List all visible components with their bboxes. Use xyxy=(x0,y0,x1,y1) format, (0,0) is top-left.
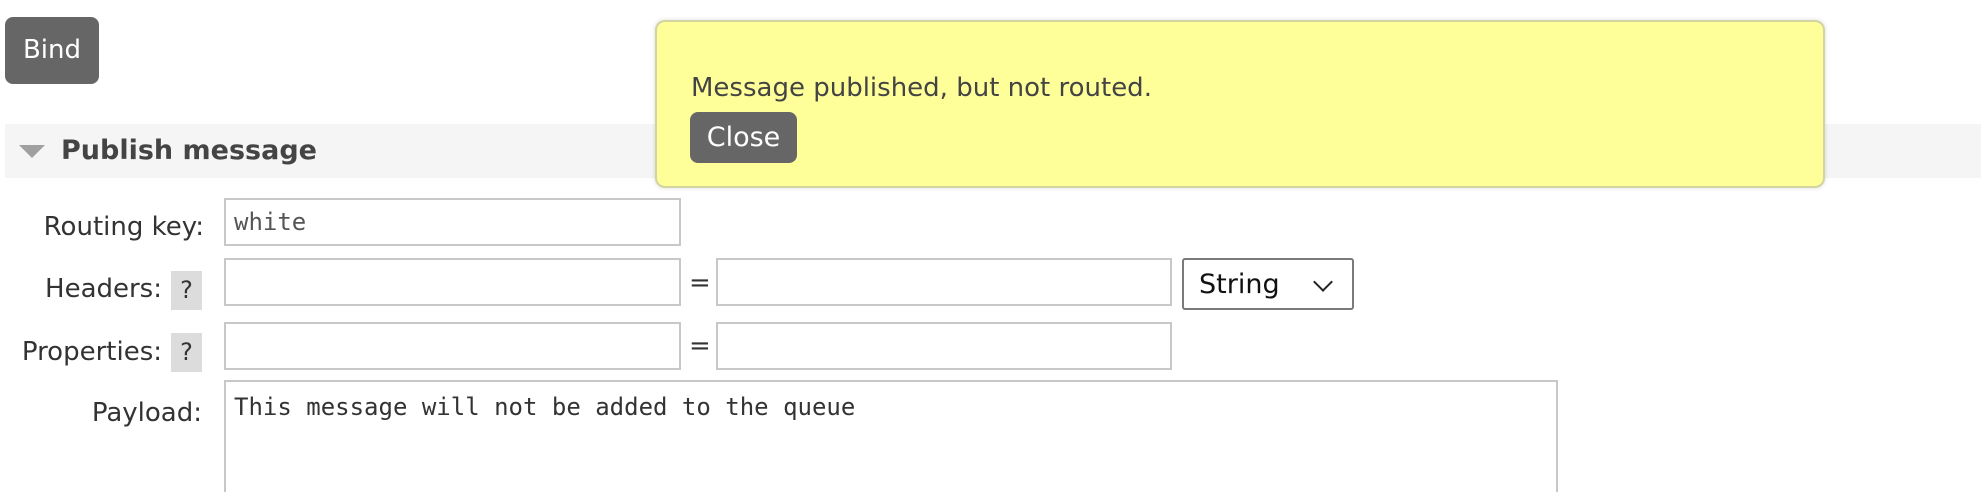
headers-help-button[interactable]: ? xyxy=(171,271,202,310)
payload-label: Payload: xyxy=(91,398,202,428)
property-key-input[interactable] xyxy=(224,322,681,370)
properties-help-button[interactable]: ? xyxy=(171,333,202,372)
property-value-input[interactable] xyxy=(716,322,1172,370)
properties-label: Properties: xyxy=(21,337,162,367)
notification-popup: Message published, but not routed. Close xyxy=(655,20,1825,188)
page: Bind Publish message Routing key: Header… xyxy=(0,0,1981,492)
payload-textarea[interactable]: This message will not be added to the qu… xyxy=(224,380,1558,492)
headers-equals: = xyxy=(689,268,711,298)
headers-label: Headers: xyxy=(45,274,162,304)
chevron-down-icon xyxy=(1313,272,1333,292)
header-type-selected: String xyxy=(1199,269,1280,300)
section-title: Publish message xyxy=(61,135,317,166)
header-type-select[interactable]: String xyxy=(1182,258,1354,310)
routing-key-input[interactable] xyxy=(224,198,681,246)
header-key-input[interactable] xyxy=(224,258,681,306)
routing-key-label: Routing key: xyxy=(43,212,204,242)
close-button[interactable]: Close xyxy=(690,112,797,163)
notification-message: Message published, but not routed. xyxy=(691,73,1152,103)
properties-equals: = xyxy=(689,331,711,361)
header-value-input[interactable] xyxy=(716,258,1172,306)
triangle-down-icon xyxy=(19,145,45,158)
bind-button[interactable]: Bind xyxy=(5,17,99,84)
